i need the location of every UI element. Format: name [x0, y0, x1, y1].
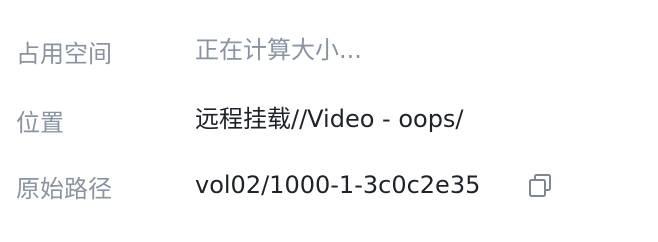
- location-label: 位置: [16, 109, 64, 137]
- detail-row-original-path: 原始路径 vol02/1000-1-3c0c2e35: [0, 167, 658, 207]
- file-details-panel: 占用空间 正在计算大小... 位置 远程挂载//Video - oops/ 原始…: [0, 0, 658, 242]
- original-path-label: 原始路径: [16, 175, 112, 203]
- detail-row-location: 位置 远程挂载//Video - oops/: [0, 101, 658, 141]
- size-label: 占用空间: [16, 40, 112, 68]
- location-value: 远程挂载//Video - oops/: [195, 105, 464, 133]
- detail-row-size: 占用空间 正在计算大小...: [0, 32, 658, 72]
- copy-icon[interactable]: [525, 171, 555, 201]
- size-value: 正在计算大小...: [195, 36, 362, 64]
- original-path-value: vol02/1000-1-3c0c2e35: [195, 171, 481, 199]
